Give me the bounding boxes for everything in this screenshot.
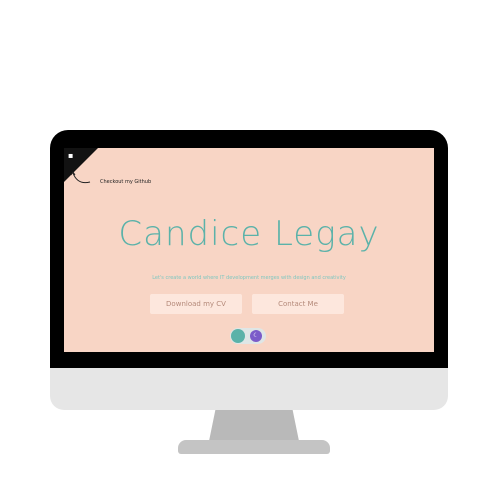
github-link-text[interactable]: Checkout my Github <box>100 179 151 185</box>
download-cv-button[interactable]: Download my CV <box>150 294 242 314</box>
hero-name: Candice Legay <box>118 214 380 254</box>
moon-icon: ☾ <box>250 330 262 342</box>
monitor-chin <box>50 368 448 410</box>
monitor-bezel: ▪ Checkout my Github Candice Legay Let's… <box>50 130 448 370</box>
github-icon[interactable]: ▪ <box>68 151 76 160</box>
theme-toggle[interactable]: ☾ <box>230 328 266 344</box>
curved-arrow-icon <box>70 171 91 184</box>
hero-tagline: Let's create a world where IT developmen… <box>152 275 346 281</box>
monitor: ▪ Checkout my Github Candice Legay Let's… <box>50 130 448 410</box>
monitor-stand-base <box>178 440 330 454</box>
contact-button[interactable]: Contact Me <box>252 294 344 314</box>
website-screen: ▪ Checkout my Github Candice Legay Let's… <box>64 148 434 352</box>
toggle-knob <box>231 329 245 343</box>
